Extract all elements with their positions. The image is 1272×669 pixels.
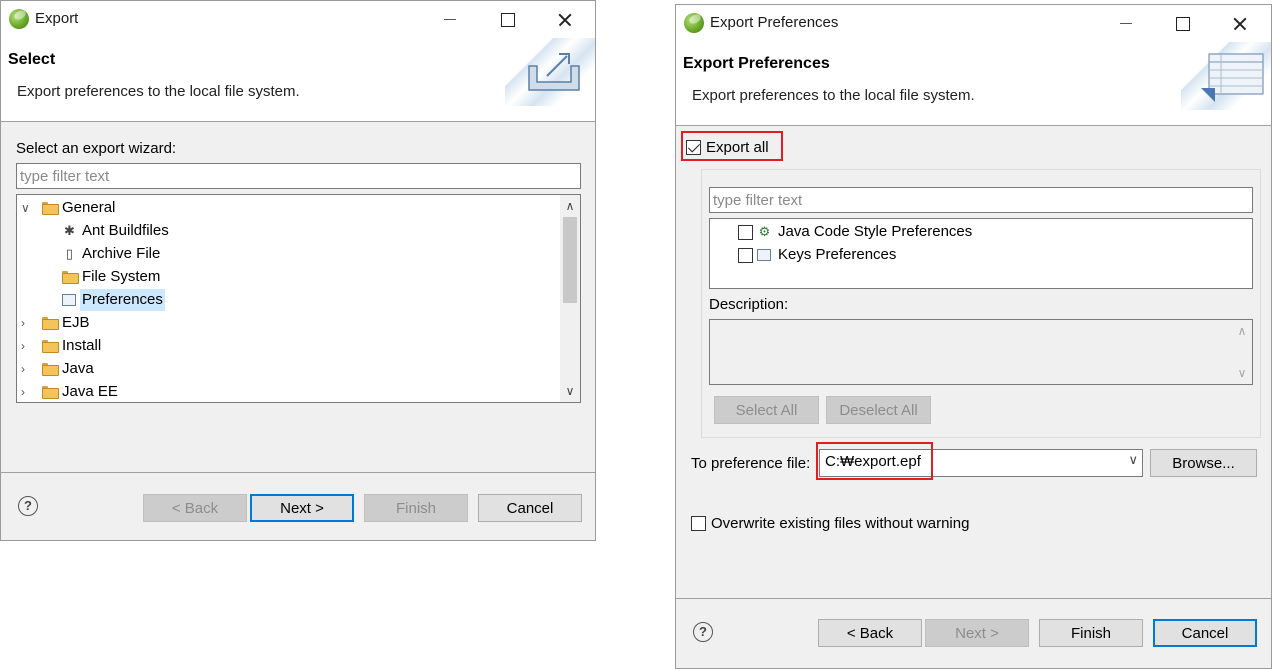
tree-item-label: File System <box>82 268 161 285</box>
to-file-label: To preference file: <box>691 455 811 472</box>
cancel-button[interactable]: Cancel <box>478 494 582 522</box>
wizard-banner: Export Preferences Export preferences to… <box>676 42 1271 126</box>
finish-button[interactable]: Finish <box>1039 619 1143 647</box>
item-checkbox[interactable] <box>738 225 753 240</box>
tree-item-ejb[interactable]: › EJB <box>17 312 557 334</box>
banner-graphic <box>505 38 595 106</box>
preferences-filter-input[interactable] <box>709 187 1253 213</box>
close-button[interactable] <box>1212 5 1268 42</box>
window-title: Export <box>35 10 79 27</box>
button-bar-separator <box>1 472 595 473</box>
list-item-label: Java Code Style Preferences <box>778 223 973 240</box>
item-checkbox[interactable] <box>738 248 753 263</box>
banner-graphic <box>1181 42 1271 110</box>
wizard-tree[interactable]: ∨ General ✱ Ant Buildfiles ▯ Archive Fil… <box>16 194 581 403</box>
tree-item-archive-file[interactable]: ▯ Archive File <box>17 243 557 265</box>
tree-item-label: Java EE <box>62 383 118 400</box>
finish-button[interactable]: Finish <box>364 494 468 522</box>
select-all-button[interactable]: Select All <box>714 396 819 424</box>
tree-item-label: Ant Buildfiles <box>82 222 169 239</box>
deselect-all-button[interactable]: Deselect All <box>826 396 931 424</box>
export-dialog: Export Select Export preferences to the … <box>0 0 596 541</box>
app-icon <box>9 9 29 29</box>
next-button[interactable]: Next > <box>250 494 354 522</box>
folder-icon <box>42 340 59 353</box>
description-label: Description: <box>709 296 789 313</box>
folder-icon <box>42 363 59 376</box>
tree-item-ant-buildfiles[interactable]: ✱ Ant Buildfiles <box>17 220 557 242</box>
chevron-down-icon[interactable]: ∨ <box>1128 452 1138 468</box>
scroll-down-icon[interactable]: ∨ <box>560 382 580 400</box>
window-title: Export Preferences <box>710 14 839 31</box>
wizard-banner: Select Export preferences to the local f… <box>1 38 595 122</box>
maximize-button[interactable] <box>1154 5 1210 42</box>
page-description: Export preferences to the local file sys… <box>692 87 975 104</box>
list-item-keys[interactable]: Keys Preferences <box>710 244 1250 266</box>
list-item-java-code-style[interactable]: ⚙ Java Code Style Preferences <box>710 221 1250 243</box>
browse-button[interactable]: Browse... <box>1150 449 1257 477</box>
help-icon[interactable]: ? <box>693 622 713 642</box>
tree-item-java-ee[interactable]: › Java EE <box>17 381 557 402</box>
export-wizard-icon <box>528 53 580 91</box>
folder-icon <box>42 386 59 399</box>
page-description: Export preferences to the local file sys… <box>17 83 300 100</box>
titlebar: Export Preferences <box>676 5 1271 42</box>
tree-item-java[interactable]: › Java <box>17 358 557 380</box>
tree-item-label: Archive File <box>82 245 161 262</box>
folder-icon <box>42 317 59 330</box>
tree-item-label: Java <box>62 360 94 377</box>
list-item-label: Keys Preferences <box>778 246 897 263</box>
preferences-icon <box>62 294 76 306</box>
scroll-thumb[interactable] <box>563 217 577 303</box>
maximize-button[interactable] <box>479 1 535 38</box>
description-area: ∧ ∨ <box>709 319 1253 385</box>
app-icon <box>684 13 704 33</box>
scroll-down-icon[interactable]: ∨ <box>1232 364 1252 382</box>
ant-icon: ✱ <box>64 223 75 238</box>
highlight-box-file <box>816 442 933 480</box>
button-bar-separator <box>676 598 1271 599</box>
tree-item-install[interactable]: › Install <box>17 335 557 357</box>
preferences-list[interactable]: ⚙ Java Code Style Preferences Keys Prefe… <box>709 218 1253 289</box>
folder-icon <box>62 271 79 284</box>
overwrite-checkbox[interactable] <box>691 516 706 531</box>
keys-icon <box>757 249 771 261</box>
scroll-up-icon[interactable]: ∧ <box>1232 322 1252 340</box>
scroll-up-icon[interactable]: ∧ <box>560 197 580 215</box>
tree-item-label: General <box>62 199 116 216</box>
wizard-filter-input[interactable] <box>16 163 581 189</box>
tree-scrollbar[interactable]: ∧ ∨ <box>560 195 580 402</box>
chevron-down-icon[interactable]: ∨ <box>21 197 33 219</box>
page-title: Export Preferences <box>683 55 830 72</box>
tree-item-label: Preferences <box>80 289 165 311</box>
chevron-right-icon[interactable]: › <box>21 381 33 402</box>
description-scrollbar[interactable]: ∧ ∨ <box>1232 320 1252 384</box>
back-button[interactable]: < Back <box>143 494 247 522</box>
export-preferences-dialog: Export Preferences Export Preferences Ex… <box>675 4 1272 669</box>
tree-item-label: Install <box>62 337 102 354</box>
java-style-icon: ⚙ <box>758 224 771 239</box>
archive-icon: ▯ <box>65 246 74 261</box>
tree-item-label: EJB <box>62 314 90 331</box>
chevron-right-icon[interactable]: › <box>21 358 33 380</box>
tree-item-file-system[interactable]: File System <box>17 266 557 288</box>
help-icon[interactable]: ? <box>18 496 38 516</box>
next-button[interactable]: Next > <box>925 619 1029 647</box>
cancel-button[interactable]: Cancel <box>1153 619 1257 647</box>
preferences-wizard-icon <box>1201 53 1264 102</box>
folder-open-icon <box>42 202 59 215</box>
titlebar: Export <box>1 1 595 38</box>
tree-item-general[interactable]: ∨ General <box>17 197 557 219</box>
minimize-button[interactable] <box>1098 5 1154 42</box>
overwrite-label[interactable]: Overwrite existing files without warning <box>711 515 969 532</box>
page-title: Select <box>8 51 56 68</box>
minimize-button[interactable] <box>422 1 478 38</box>
tree-item-preferences[interactable]: Preferences <box>17 289 557 311</box>
chevron-right-icon[interactable]: › <box>21 312 33 334</box>
back-button[interactable]: < Back <box>818 619 922 647</box>
highlight-box-export-all <box>681 131 783 161</box>
wizard-label: Select an export wizard: <box>16 140 177 157</box>
chevron-right-icon[interactable]: › <box>21 335 33 357</box>
close-button[interactable] <box>537 1 593 38</box>
